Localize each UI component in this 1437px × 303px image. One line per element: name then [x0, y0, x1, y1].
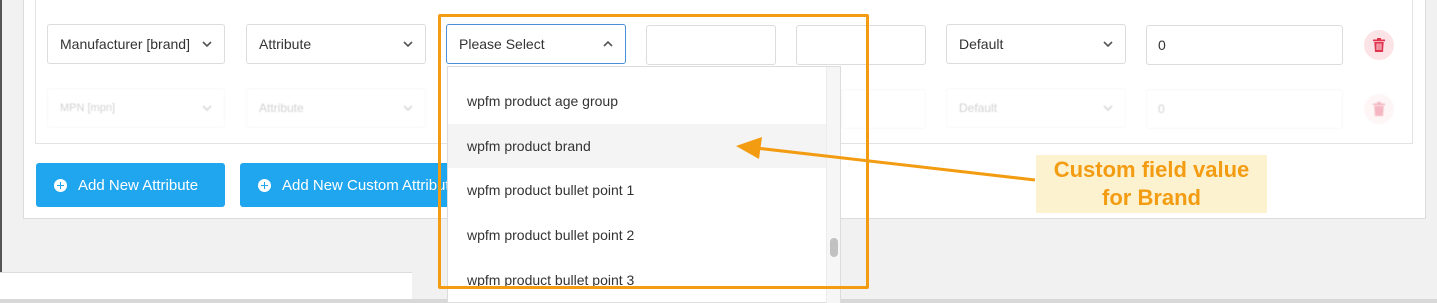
annotation-line-2: for Brand — [1102, 185, 1201, 210]
annotation-callout: Custom field value for Brand — [1036, 155, 1267, 213]
annotation-line-1: Custom field value — [1053, 157, 1250, 182]
annotation-arrow — [736, 137, 1036, 182]
